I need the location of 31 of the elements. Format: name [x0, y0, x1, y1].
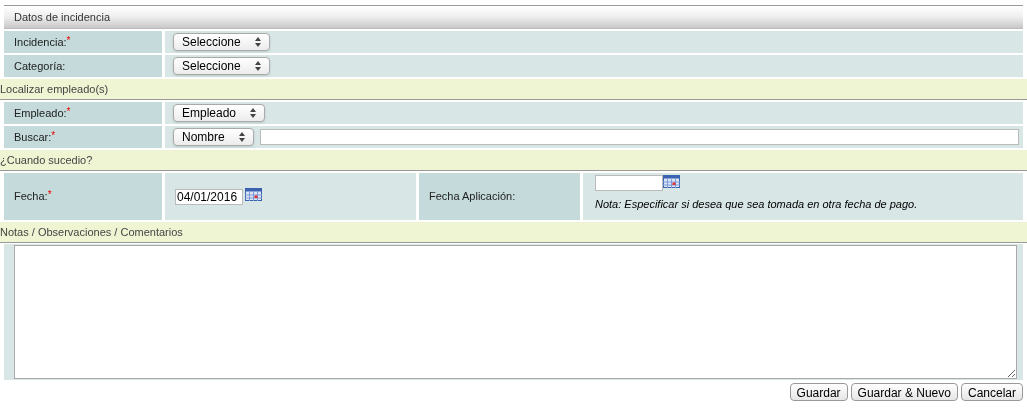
search-field[interactable] — [259, 129, 1019, 145]
field-label: Fecha Aplicación: — [429, 189, 516, 205]
dropdown-arrows-icon — [238, 132, 245, 142]
field-label: Buscar: — [14, 129, 52, 145]
dropdown[interactable]: Nombre — [173, 128, 254, 146]
dropdown[interactable]: Seleccione — [173, 57, 270, 75]
field-label: Fecha: — [14, 189, 48, 205]
section-title: Localizar empleado(s) — [0, 81, 109, 97]
dropdown-arrows-icon — [254, 61, 261, 71]
form-button[interactable]: Guardar — [789, 383, 848, 401]
dropdown-arrows-icon — [250, 108, 257, 118]
note-text: Nota: Especificar si desea que sea tomada en otra fecha de pago. — [595, 197, 919, 212]
section-title: Datos de incidencia — [14, 9, 110, 25]
required-mark: * — [66, 104, 71, 117]
calendar-icon[interactable] — [245, 188, 262, 201]
calendar-icon[interactable] — [663, 175, 680, 188]
required-mark: * — [51, 128, 56, 143]
section-title: ¿Cuando sucedio? — [0, 152, 93, 168]
section-title: Notas / Observaciones / Comentarios — [0, 224, 183, 240]
field-label: Categoría: — [14, 58, 66, 74]
date-field[interactable]: 04/01/2016 — [175, 188, 243, 205]
field-label: Empleado: — [14, 105, 67, 121]
date-field[interactable] — [595, 175, 663, 191]
required-mark: * — [66, 33, 71, 48]
form-button[interactable]: Guardar & Nuevo — [850, 383, 958, 401]
dropdown[interactable]: Empleado — [173, 104, 266, 122]
dropdown-arrows-icon — [254, 37, 261, 47]
required-mark: * — [47, 188, 52, 203]
field-label: Incidencia: — [14, 34, 67, 50]
form-button[interactable]: Cancelar — [960, 383, 1023, 401]
dropdown[interactable]: Seleccione — [173, 33, 270, 51]
